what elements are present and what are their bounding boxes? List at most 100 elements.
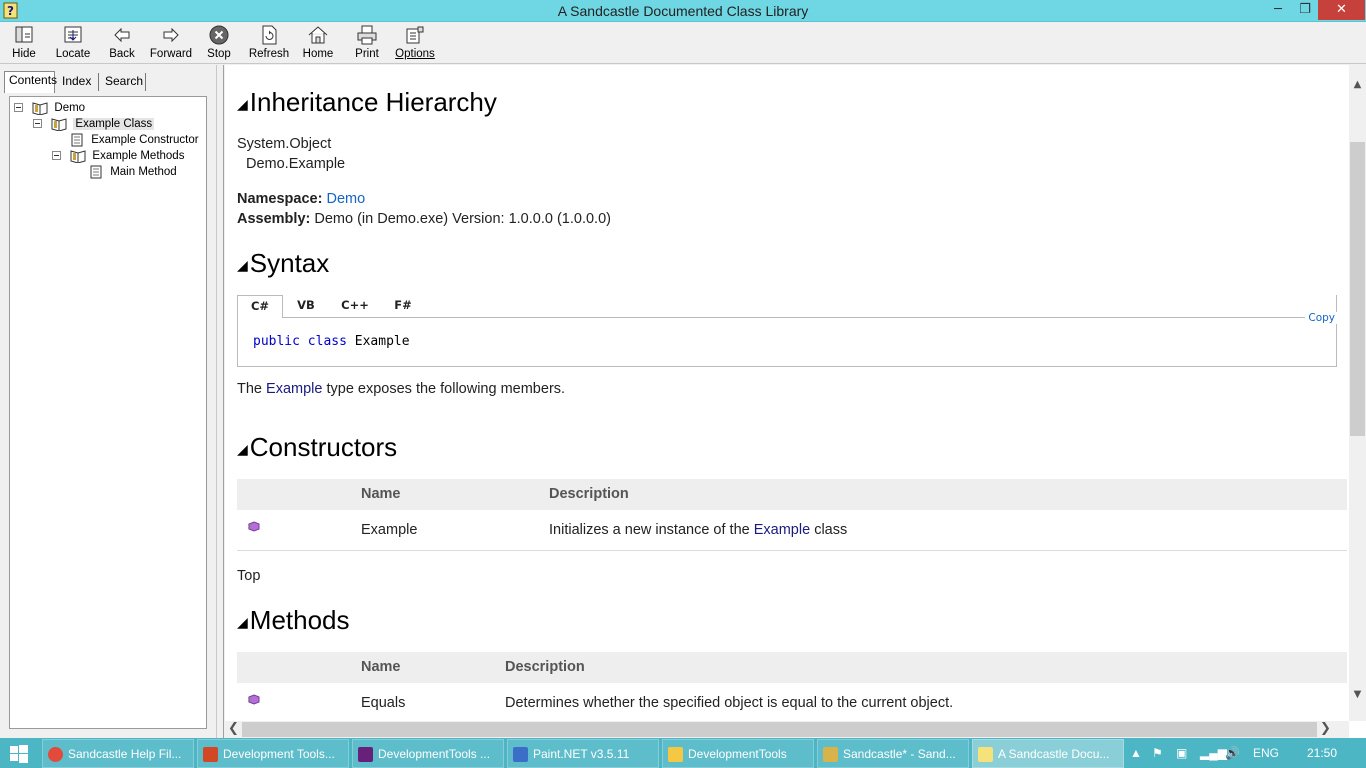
tab-search[interactable]: Search bbox=[101, 73, 146, 91]
tab-index[interactable]: Index bbox=[58, 73, 99, 91]
vertical-scrollbar[interactable]: ▲ ▼ bbox=[1349, 65, 1366, 721]
taskbar-item-paint-net[interactable]: Paint.NET v3.5.11 bbox=[507, 739, 659, 768]
windows-start-icon[interactable] bbox=[10, 745, 28, 763]
clock[interactable]: 21:50 bbox=[1307, 746, 1337, 760]
constructors-heading[interactable]: ◢Constructors bbox=[237, 432, 397, 463]
top-link[interactable]: Top bbox=[237, 568, 260, 584]
example-type-link[interactable]: Example bbox=[266, 381, 322, 397]
code-tab-divider bbox=[283, 317, 1337, 318]
window-title: A Sandcastle Documented Class Library bbox=[557, 3, 809, 19]
options-icon bbox=[406, 26, 424, 44]
tree-item-demo[interactable]: Demo bbox=[14, 100, 85, 116]
paint-net-icon bbox=[513, 747, 528, 763]
tab-fsharp[interactable]: F# bbox=[385, 295, 421, 318]
base-type-link[interactable]: System.Object bbox=[237, 136, 331, 152]
vertical-scroll-thumb[interactable] bbox=[1350, 142, 1365, 436]
locate-icon bbox=[64, 26, 82, 43]
scroll-left-icon[interactable]: ❮ bbox=[225, 721, 242, 736]
locate-button[interactable]: Locate bbox=[48, 24, 98, 60]
syntax-heading[interactable]: ◢Syntax bbox=[237, 248, 329, 279]
taskbar-item-explorer[interactable]: DevelopmentTools bbox=[662, 739, 814, 768]
back-button[interactable]: Back bbox=[97, 24, 147, 60]
tab-csharp[interactable]: C# bbox=[237, 295, 283, 318]
collapse-section-icon[interactable]: ◢ bbox=[237, 441, 248, 457]
taskbar-item-help-viewer[interactable]: A Sandcastle Docu... bbox=[972, 739, 1124, 768]
collapse-toggle-icon[interactable] bbox=[14, 103, 23, 113]
collapse-section-icon[interactable]: ◢ bbox=[237, 96, 248, 112]
tree-item-example-class[interactable]: Example Class bbox=[33, 116, 155, 132]
visual-studio-icon bbox=[358, 747, 373, 763]
constructor-link[interactable]: Example bbox=[361, 522, 417, 538]
open-book-icon bbox=[51, 118, 67, 131]
close-button[interactable]: ✕ bbox=[1318, 0, 1365, 20]
show-hidden-icons-icon[interactable]: ▲ bbox=[1130, 746, 1142, 760]
device-icon[interactable]: ▣ bbox=[1176, 746, 1187, 760]
collapse-section-icon[interactable]: ◢ bbox=[237, 614, 248, 630]
open-book-icon bbox=[70, 150, 86, 163]
horizontal-scrollbar[interactable]: ❮ ❯ bbox=[225, 721, 1349, 738]
hide-icon bbox=[15, 26, 33, 43]
method-link[interactable]: Equals bbox=[361, 695, 405, 711]
navigation-pane: Contents Index Search Demo Example Class… bbox=[0, 65, 216, 738]
collapse-toggle-icon[interactable] bbox=[33, 119, 42, 129]
namespace-link[interactable]: Demo bbox=[326, 191, 365, 207]
code-snippet: public class Example bbox=[253, 334, 410, 349]
minimize-button[interactable]: ─ bbox=[1264, 0, 1292, 20]
constructor-description: Initializes a new instance of the Exampl… bbox=[549, 522, 848, 538]
stop-button[interactable]: Stop bbox=[194, 24, 244, 60]
assembly-line: Assembly: Demo (in Demo.exe) Version: 1.… bbox=[237, 211, 611, 227]
inheritance-heading[interactable]: ◢Inheritance Hierarchy bbox=[237, 87, 497, 118]
toolbar: Hide Locate Back Forward Stop Refresh Ho… bbox=[0, 22, 1366, 64]
table-header: Name Description bbox=[237, 479, 1347, 510]
collapse-section-icon[interactable]: ◢ bbox=[237, 257, 248, 273]
horizontal-scroll-thumb[interactable] bbox=[242, 722, 1317, 737]
exposes-text: The Example type exposes the following m… bbox=[237, 381, 566, 397]
chrome-icon bbox=[48, 747, 63, 763]
tab-vb[interactable]: VB bbox=[287, 295, 325, 318]
page-icon bbox=[90, 165, 102, 179]
powerpoint-icon bbox=[203, 747, 218, 763]
taskbar-item-sandcastle[interactable]: Sandcastle* - Sand... bbox=[817, 739, 969, 768]
volume-icon[interactable]: 🔊 bbox=[1225, 746, 1240, 760]
methods-heading[interactable]: ◢Methods bbox=[237, 605, 350, 636]
tree-item-main-method[interactable]: Main Method bbox=[90, 164, 177, 180]
scroll-up-icon[interactable]: ▲ bbox=[1349, 79, 1366, 90]
home-button[interactable]: Home bbox=[293, 24, 343, 60]
taskbar-item-visual-studio[interactable]: DevelopmentTools ... bbox=[352, 739, 504, 768]
method-description: Determines whether the specified object … bbox=[505, 695, 954, 711]
scroll-right-icon[interactable]: ❯ bbox=[1317, 721, 1334, 736]
hide-button[interactable]: Hide bbox=[0, 24, 49, 60]
topic-content: ◢Inheritance Hierarchy System.Object Dem… bbox=[225, 65, 1366, 738]
taskbar: Sandcastle Help Fil... Development Tools… bbox=[0, 738, 1366, 768]
copy-link[interactable]: Copy bbox=[1305, 312, 1338, 324]
tab-cpp[interactable]: C++ bbox=[333, 295, 377, 318]
table-header: Name Description bbox=[237, 652, 1347, 683]
tab-contents[interactable]: Contents bbox=[4, 71, 57, 93]
sandcastle-icon bbox=[823, 747, 838, 763]
scroll-down-icon[interactable]: ▼ bbox=[1349, 689, 1366, 700]
namespace-line: Namespace: Demo bbox=[237, 191, 366, 207]
collapse-toggle-icon[interactable] bbox=[52, 151, 61, 161]
options-button[interactable]: Options bbox=[390, 24, 440, 60]
taskbar-item-chrome[interactable]: Sandcastle Help Fil... bbox=[42, 739, 194, 768]
action-center-flag-icon[interactable]: ⚑ bbox=[1152, 746, 1163, 760]
example-class-link[interactable]: Example bbox=[754, 522, 810, 538]
restore-button[interactable]: ❐ bbox=[1291, 0, 1319, 20]
tree-item-example-constructor[interactable]: Example Constructor bbox=[71, 132, 199, 148]
table-row: Equals Determines whether the specified … bbox=[237, 683, 1347, 724]
print-button[interactable]: Print bbox=[342, 24, 392, 60]
back-arrow-icon bbox=[114, 27, 130, 43]
input-language[interactable]: ENG bbox=[1253, 746, 1279, 760]
forward-button[interactable]: Forward bbox=[146, 24, 196, 60]
table-row: Example Initializes a new instance of th… bbox=[237, 510, 1347, 551]
folder-icon bbox=[668, 747, 683, 763]
contents-tree: Demo Example Class Example Constructor E… bbox=[9, 96, 207, 729]
public-method-icon bbox=[248, 521, 260, 532]
tree-item-example-methods[interactable]: Example Methods bbox=[52, 148, 184, 164]
printer-icon bbox=[357, 25, 377, 45]
network-signal-icon[interactable]: ▂▄▆ bbox=[1200, 746, 1227, 760]
open-book-icon bbox=[32, 102, 48, 115]
pane-splitter[interactable] bbox=[216, 65, 224, 738]
refresh-button[interactable]: Refresh bbox=[244, 24, 294, 60]
taskbar-item-powerpoint[interactable]: Development Tools... bbox=[197, 739, 349, 768]
